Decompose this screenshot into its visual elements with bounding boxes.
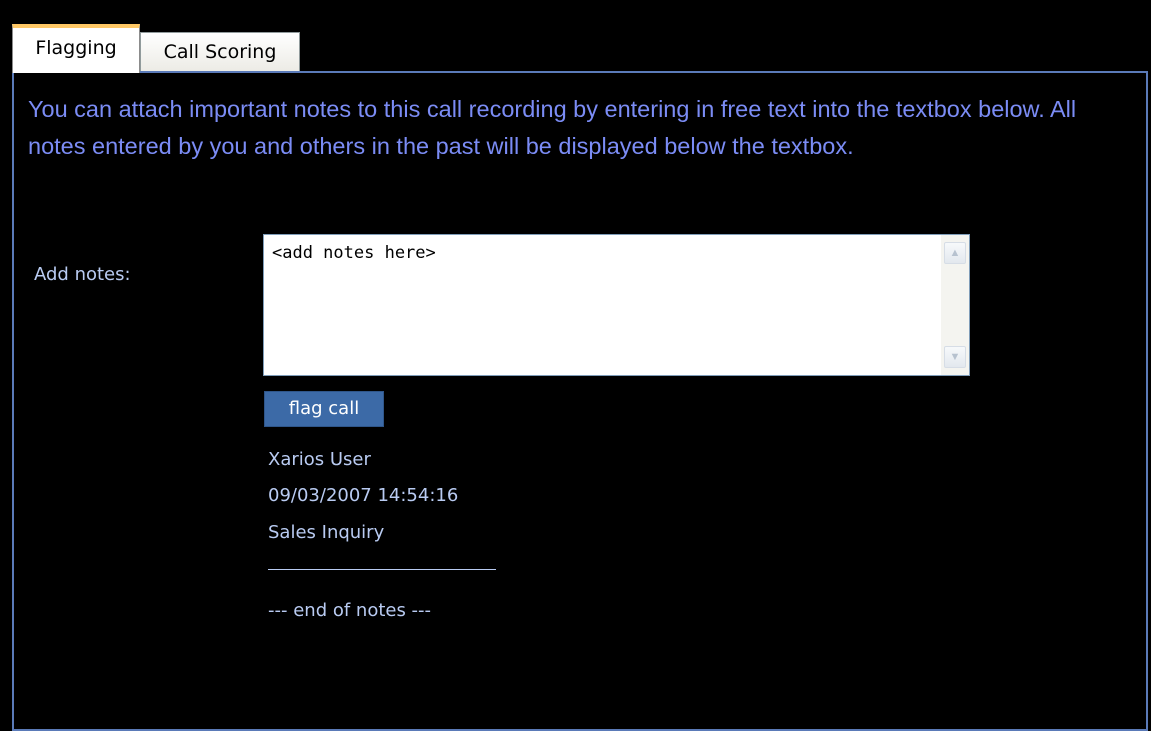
chevron-up-icon: ▲ <box>949 247 961 259</box>
add-notes-label: Add notes: <box>34 264 131 285</box>
notes-scrollbar[interactable]: ▲ ▼ <box>941 235 969 375</box>
note-separator <box>268 569 496 570</box>
tab-flagging[interactable]: Flagging <box>12 24 140 73</box>
scroll-up-button[interactable]: ▲ <box>944 242 966 264</box>
tab-call-scoring[interactable]: Call Scoring <box>140 32 300 72</box>
note-author: Xarios User <box>268 449 371 470</box>
notes-textarea[interactable] <box>264 235 941 375</box>
scroll-down-button[interactable]: ▼ <box>944 346 966 368</box>
note-timestamp: 09/03/2007 14:54:16 <box>268 485 459 506</box>
end-of-notes-marker: --- end of notes --- <box>268 600 432 621</box>
flag-call-button[interactable]: flag call <box>264 391 384 427</box>
note-text: Sales Inquiry <box>268 522 385 543</box>
intro-text: You can attach important notes to this c… <box>28 96 1077 159</box>
chevron-down-icon: ▼ <box>949 351 961 363</box>
notes-textbox-frame: ▲ ▼ <box>263 234 970 376</box>
flagging-panel: You can attach important notes to this c… <box>12 71 1148 731</box>
